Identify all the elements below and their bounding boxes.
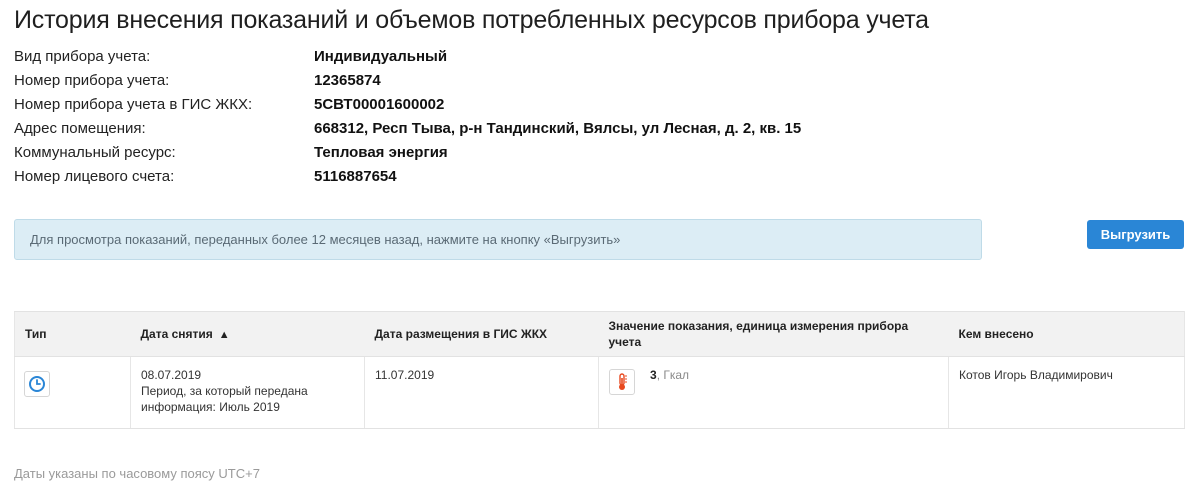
column-header-label: Значение показания, единица измерения пр… (608, 319, 909, 349)
column-header-label: Кем внесено (958, 327, 1034, 341)
info-row-gis-number: Номер прибора учета в ГИС ЖКХ: 5СВТ00001… (14, 92, 801, 116)
info-value: 5СВТ00001600002 (314, 95, 445, 113)
column-header-type: Тип (14, 311, 131, 357)
column-header-label: Тип (25, 327, 47, 341)
reading-value: 3, Гкал (650, 367, 689, 383)
reading-unit: , Гкал (656, 368, 690, 382)
info-row-meter-number: Номер прибора учета: 12365874 (14, 68, 801, 92)
info-value: 12365874 (314, 71, 381, 89)
notice-text: Для просмотра показаний, переданных боле… (30, 232, 621, 247)
info-label: Вид прибора учета: (14, 47, 151, 65)
clock-icon[interactable] (24, 371, 50, 397)
page-title: История внесения показаний и объемов пот… (14, 6, 929, 34)
info-label: Номер прибора учета в ГИС ЖКХ: (14, 95, 253, 113)
column-header-label: Дата размещения в ГИС ЖКХ (374, 327, 548, 341)
table-header-row: Тип Дата снятия ▲ Дата размещения в ГИС Ж… (14, 311, 1185, 357)
column-header-entered-by: Кем внесено (948, 311, 1185, 357)
date-posted: 11.07.2019 (375, 368, 435, 382)
thermometer-icon (609, 369, 635, 395)
info-label: Адрес помещения: (14, 119, 146, 137)
info-value: 5116887654 (314, 167, 397, 185)
info-row-account: Номер лицевого счета: 5116887654 (14, 164, 801, 188)
cell-entered-by: Котов Игорь Владимирович (948, 356, 1185, 429)
info-value: Тепловая энергия (314, 143, 448, 161)
cell-value: 3, Гкал (598, 356, 949, 429)
info-value: Индивидуальный (314, 47, 448, 65)
export-button[interactable]: Выгрузить (1087, 220, 1184, 249)
info-row-address: Адрес помещения: 668312, Респ Тыва, р-н … (14, 116, 801, 140)
entered-by: Котов Игорь Владимирович (959, 368, 1113, 382)
info-row-meter-type: Вид прибора учета: Индивидуальный (14, 44, 801, 68)
sort-ascending-icon[interactable]: ▲ (219, 327, 230, 343)
cell-date-posted: 11.07.2019 (364, 356, 599, 429)
info-row-resource: Коммунальный ресурс: Тепловая энергия (14, 140, 801, 164)
info-label: Номер лицевого счета: (14, 167, 175, 185)
cell-date-taken: 08.07.2019 Период, за который передана и… (130, 356, 365, 429)
value-wrapper: 3, Гкал (609, 367, 938, 395)
table-row: 08.07.2019 Период, за который передана и… (14, 356, 1185, 429)
info-value: 668312, Респ Тыва, р-н Тандинский, Вялсы… (314, 119, 802, 137)
column-header-date-posted: Дата размещения в ГИС ЖКХ (364, 311, 599, 357)
period-note: Период, за который передана информация: … (141, 384, 308, 414)
column-header-date-taken[interactable]: Дата снятия ▲ (130, 311, 365, 357)
info-label: Номер прибора учета: (14, 71, 170, 89)
cell-type (14, 356, 131, 429)
date-taken: 08.07.2019 (141, 368, 202, 382)
info-notice: Для просмотра показаний, переданных боле… (14, 219, 982, 260)
timezone-footnote: Даты указаны по часовому поясу UTC+7 (14, 466, 260, 481)
reading-number: 3 (650, 368, 657, 382)
meter-info: Вид прибора учета: Индивидуальный Номер … (14, 44, 801, 188)
column-header-value: Значение показания, единица измерения пр… (598, 311, 949, 357)
column-header-label[interactable]: Дата снятия (141, 327, 213, 341)
info-label: Коммунальный ресурс: (14, 143, 176, 161)
readings-table: Тип Дата снятия ▲ Дата размещения в ГИС Ж… (14, 311, 1185, 429)
